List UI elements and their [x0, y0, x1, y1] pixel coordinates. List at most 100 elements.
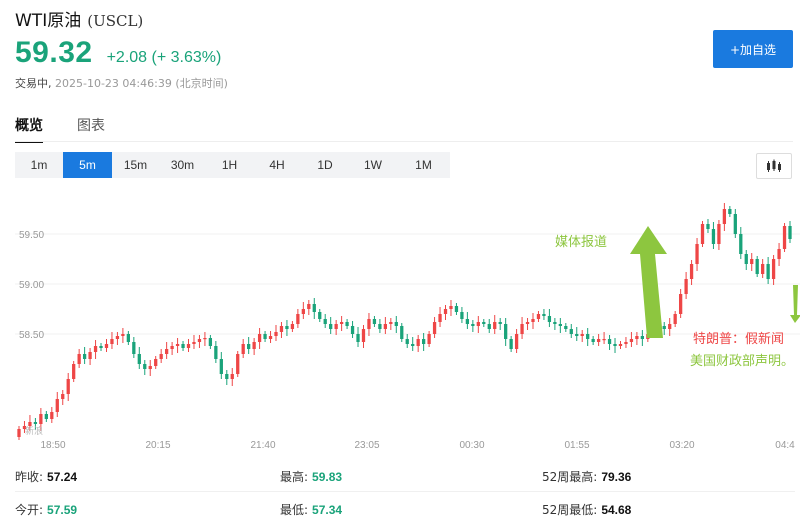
- candle-body: [498, 322, 502, 324]
- price-chart[interactable]: 59.50 59.00 58.50 18:50 20:15 21:40 23:05 00:30…: [15, 190, 800, 452]
- candle-body: [476, 322, 480, 326]
- interval-1mo[interactable]: 1M: [397, 152, 450, 178]
- interval-4h[interactable]: 4H: [253, 152, 301, 178]
- stats-panel: 昨收: 57.24 最高: 59.83 52周最高: 79.36 今开: 57.59 最…: [15, 462, 795, 522]
- candle-body: [378, 324, 382, 329]
- candle-body: [427, 334, 431, 344]
- candle-body: [186, 344, 191, 348]
- interval-30m[interactable]: 30m: [159, 152, 206, 178]
- tab-overview[interactable]: 概览: [15, 115, 43, 143]
- candle-body: [586, 334, 590, 339]
- candle-body: [339, 322, 344, 324]
- candle-body: [290, 324, 295, 329]
- candle-body: [115, 336, 120, 339]
- annotation-treasury: 美国财政部声明。: [690, 354, 794, 369]
- interval-1w[interactable]: 1W: [349, 152, 397, 178]
- instrument-title: WTI原油 (USCL): [15, 6, 143, 31]
- candle-body: [514, 334, 519, 349]
- candle-body: [438, 314, 442, 322]
- stat-prev-close: 昨收: 57.24: [15, 470, 78, 484]
- candle-body: [55, 399, 59, 412]
- candle-body: [411, 344, 415, 346]
- tab-chart[interactable]: 图表: [77, 115, 105, 143]
- candle-body: [17, 429, 21, 437]
- candle-body: [525, 322, 530, 324]
- candle-body: [307, 304, 311, 309]
- candle-body: [154, 359, 158, 366]
- candle-body: [61, 394, 65, 399]
- tab-divider: [15, 141, 793, 142]
- last-price: 59.32: [15, 36, 93, 69]
- candle-body: [678, 294, 683, 314]
- candle-body: [77, 354, 81, 364]
- candle-body: [356, 334, 360, 342]
- candle-body: [613, 344, 617, 346]
- candle-body: [635, 336, 639, 339]
- candle-body: [416, 339, 420, 346]
- candle-body: [345, 322, 349, 326]
- interval-1h[interactable]: 1H: [206, 152, 253, 178]
- instrument-name: WTI原油: [15, 11, 82, 31]
- candle-body: [460, 312, 464, 319]
- candle-body: [263, 334, 267, 339]
- candle-body: [684, 279, 688, 294]
- candlestick-chart: 59.50 59.00 58.50 18:50 20:15 21:40 23:05 00:30…: [15, 203, 800, 451]
- candle-body: [487, 324, 491, 329]
- candle-body: [50, 412, 54, 419]
- interval-1d[interactable]: 1D: [301, 152, 349, 178]
- candle-body: [761, 264, 765, 274]
- candle-body: [553, 322, 557, 324]
- candle-body: [175, 344, 180, 346]
- candle-body: [575, 334, 579, 336]
- candle-body: [673, 314, 677, 324]
- candle-body: [465, 319, 470, 324]
- candle-body: [618, 344, 623, 346]
- interval-15m[interactable]: 15m: [112, 152, 159, 178]
- chart-type-button[interactable]: [756, 153, 792, 179]
- candle-body: [542, 314, 546, 316]
- candle-body: [247, 344, 251, 349]
- candle-body: [279, 326, 284, 332]
- status-text: 交易中,: [15, 77, 52, 90]
- candle-body: [750, 259, 754, 264]
- interval-1m[interactable]: 1m: [15, 152, 63, 178]
- candle-body: [629, 339, 634, 342]
- candle-body: [137, 354, 141, 364]
- candle-body: [400, 326, 404, 339]
- candle-body: [268, 336, 273, 339]
- candle-body: [33, 422, 38, 424]
- candle-body: [197, 339, 202, 342]
- candle-body: [744, 254, 748, 264]
- candle-body: [771, 259, 776, 279]
- timezone: (北京时间): [175, 77, 228, 90]
- candle-body: [536, 314, 541, 319]
- interval-5m[interactable]: 5m: [63, 152, 112, 178]
- candle-body: [219, 359, 223, 374]
- candle-body: [405, 339, 409, 344]
- add-watchlist-button[interactable]: +加自选: [713, 30, 793, 68]
- candle-body: [569, 329, 573, 334]
- candle-body: [454, 306, 459, 312]
- candle-body: [471, 324, 475, 326]
- stat-52w-high: 52周最高: 79.36: [542, 470, 632, 484]
- candle-body: [170, 346, 174, 349]
- candle-body: [236, 354, 240, 374]
- x-tick-label: 21:40: [250, 440, 275, 451]
- candle-body: [668, 324, 672, 329]
- annotation-down-arrow: [790, 285, 800, 323]
- candle-body: [110, 339, 114, 344]
- candle-body: [607, 339, 612, 344]
- annotation-media-report: 媒体报道: [555, 235, 607, 250]
- candle-body: [504, 324, 508, 339]
- candle-body: [241, 344, 245, 354]
- candle-body: [252, 342, 256, 349]
- stat-open: 今开: 57.59: [15, 503, 78, 517]
- x-tick-label: 18:50: [40, 440, 65, 451]
- x-tick-label: 01:55: [564, 440, 589, 451]
- candle-body: [602, 339, 606, 341]
- y-tick-label: 59.00: [19, 280, 44, 291]
- candle-body: [547, 316, 552, 322]
- candle-body: [777, 249, 781, 259]
- candle-body: [755, 259, 759, 274]
- candle-body: [717, 224, 721, 244]
